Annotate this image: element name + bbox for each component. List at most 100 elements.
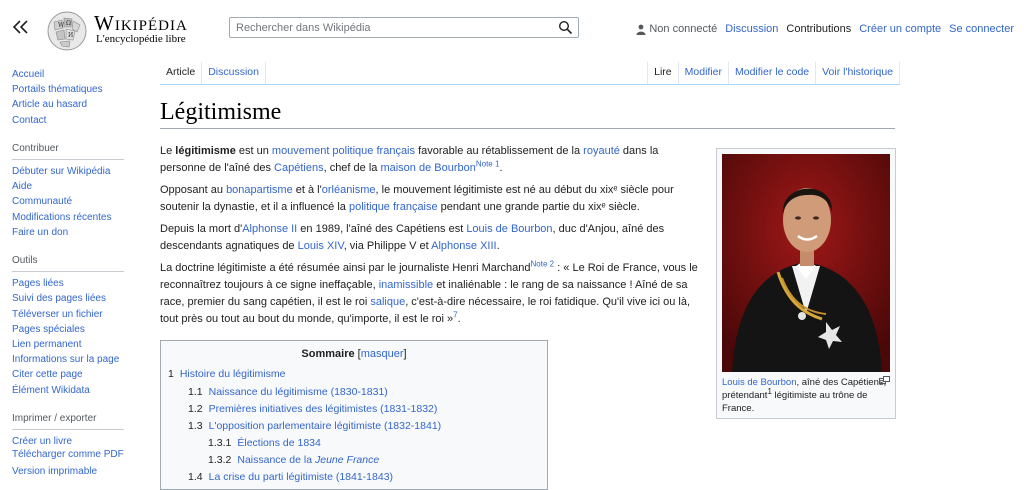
link-politique-francaise[interactable]: politique française bbox=[349, 201, 438, 213]
sidebar-item-permanent[interactable]: Lien permanent bbox=[12, 337, 124, 352]
toc-item[interactable]: 1.3.2 Naissance de la Jeune France bbox=[208, 454, 379, 466]
collapse-sidebar-icon[interactable] bbox=[10, 16, 32, 38]
text: La doctrine légitimiste a été résumée ai… bbox=[160, 262, 531, 274]
wikipedia-globe-logo[interactable]: W Ω И bbox=[46, 10, 88, 52]
sidebar-item-livre[interactable]: Créer un livre bbox=[12, 434, 124, 449]
text: en 1989, l'aîné des Capétiens est bbox=[297, 223, 467, 235]
toc-link[interactable]: Élections de 1834 bbox=[237, 437, 320, 449]
tab-modifier[interactable]: Modifier bbox=[677, 62, 728, 85]
sidebar-item-contact[interactable]: Contact bbox=[12, 113, 124, 128]
sidebar-item-pages-liees[interactable]: Pages liées bbox=[12, 276, 124, 291]
text: , chef de la bbox=[323, 162, 381, 174]
title-divider bbox=[160, 128, 895, 129]
sidebar-heading-imprimer: Imprimer / exporter bbox=[12, 411, 124, 431]
toc-toggle-link[interactable]: masquer bbox=[361, 348, 404, 360]
caption-link-louis[interactable]: Louis de Bourbon bbox=[722, 377, 796, 388]
user-discussion-link[interactable]: Discussion bbox=[725, 23, 778, 35]
tab-article[interactable]: Article bbox=[160, 62, 202, 85]
link-bonapartisme[interactable]: bonapartisme bbox=[226, 184, 293, 196]
sidebar-item-speciales[interactable]: Pages spéciales bbox=[12, 322, 124, 337]
sidebar-item-accueil[interactable]: Accueil bbox=[12, 67, 124, 82]
text: est un bbox=[235, 145, 272, 157]
create-account-link[interactable]: Créer un compte bbox=[859, 23, 941, 35]
sidebar-item-pdf[interactable]: Télécharger comme PDF bbox=[12, 449, 124, 460]
contributions-link[interactable]: Contributions bbox=[786, 23, 851, 35]
text: Le bbox=[160, 145, 176, 157]
sidebar-item-imprimable[interactable]: Version imprimable bbox=[12, 464, 124, 479]
toc-item[interactable]: 1 Histoire du légitimisme bbox=[168, 368, 285, 380]
sidebar-item-citer[interactable]: Citer cette page bbox=[12, 367, 124, 382]
text: pendant une grande partie du xixᵉ siècle… bbox=[437, 201, 640, 213]
sidebar-item-aide[interactable]: Aide bbox=[12, 179, 124, 194]
toc-link[interactable]: Premières initiatives des légitimistes (… bbox=[209, 403, 438, 415]
link-royaute[interactable]: royauté bbox=[583, 145, 620, 157]
sidebar-item-don[interactable]: Faire un don bbox=[12, 225, 124, 240]
toc-link[interactable]: L'opposition parlementaire légitimiste (… bbox=[209, 420, 442, 432]
note-ref-2[interactable]: Note 2 bbox=[531, 259, 555, 268]
sidebar-item-suivi[interactable]: Suivi des pages liées bbox=[12, 291, 124, 306]
link-alphonse-ii[interactable]: Alphonse II bbox=[242, 223, 297, 235]
sidebar-item-televerser[interactable]: Téléverser un fichier bbox=[12, 307, 124, 322]
link-capetiens[interactable]: Capétiens bbox=[274, 162, 324, 174]
toc-item[interactable]: 1.1 Naissance du légitimisme (1830-1831) bbox=[188, 386, 388, 398]
search-icon[interactable] bbox=[558, 20, 573, 35]
note-ref-1[interactable]: Note 1 bbox=[476, 159, 500, 168]
toc-num: 1.1 bbox=[188, 386, 203, 398]
link-maison-bourbon[interactable]: maison de Bourbon bbox=[380, 162, 475, 174]
sidebar-item-informations[interactable]: Informations sur la page bbox=[12, 352, 124, 367]
tab-historique[interactable]: Voir l'historique bbox=[815, 62, 900, 85]
sidebar-item-hasard[interactable]: Article au hasard bbox=[12, 97, 124, 112]
toc-link[interactable]: Naissance du légitimisme (1830-1831) bbox=[209, 386, 388, 398]
paragraph-opposant: Opposant au bonapartisme et à l'orléanis… bbox=[160, 182, 698, 216]
svg-text:И: И bbox=[68, 32, 73, 39]
text: . bbox=[457, 313, 461, 325]
tab-discussion[interactable]: Discussion bbox=[201, 62, 266, 85]
link-louis-de-bourbon[interactable]: Louis de Bourbon bbox=[466, 223, 552, 235]
link-francais[interactable]: français bbox=[376, 145, 415, 157]
toc-link-text: Naissance de la bbox=[237, 454, 315, 466]
toc-item[interactable]: 1.3 L'opposition parlementaire légitimist… bbox=[188, 420, 441, 432]
toc-title: Sommaire bbox=[301, 348, 355, 360]
article-body: Le légitimisme est un mouvement politiqu… bbox=[160, 143, 698, 333]
tab-modifier-code[interactable]: Modifier le code bbox=[728, 62, 816, 85]
user-links: Non connecté Discussion Contributions Cr… bbox=[636, 23, 1014, 35]
toc-item[interactable]: 1.4 La crise du parti légitimiste (1841-1… bbox=[188, 471, 393, 483]
toc-link[interactable]: Histoire du légitimisme bbox=[180, 368, 286, 380]
link-louis-xiv[interactable]: Louis XIV bbox=[298, 240, 344, 252]
toc-link[interactable]: La crise du parti légitimiste (1841-1843… bbox=[209, 471, 393, 483]
paragraph-depuis: Depuis la mort d'Alphonse II en 1989, l'… bbox=[160, 221, 698, 255]
bold-term: légitimisme bbox=[175, 145, 236, 157]
not-logged-in: Non connecté bbox=[649, 23, 718, 35]
sidebar-item-communaute[interactable]: Communauté bbox=[12, 194, 124, 209]
sidebar-item-wikidata[interactable]: Élément Wikidata bbox=[12, 383, 124, 398]
svg-text:W: W bbox=[58, 22, 65, 29]
toc-item[interactable]: 1.3.1 Élections de 1834 bbox=[208, 437, 321, 449]
search-input[interactable]: Rechercher dans Wikipédia bbox=[229, 17, 579, 38]
sidebar-heading-contribuer: Contribuer bbox=[12, 141, 124, 161]
toc-link[interactable]: Naissance de la Jeune France bbox=[237, 454, 379, 466]
paragraph-doctrine: La doctrine légitimiste a été résumée ai… bbox=[160, 260, 698, 328]
toc-num: 1.3.1 bbox=[208, 437, 232, 449]
enlarge-icon[interactable] bbox=[879, 376, 890, 385]
toc-toggle[interactable]: [masquer] bbox=[358, 348, 407, 360]
link-alphonse-xiii[interactable]: Alphonse XIII bbox=[431, 240, 496, 252]
toc-num: 1.3 bbox=[188, 420, 203, 432]
namespace-tabs: Article Discussion bbox=[160, 62, 266, 85]
tab-lire[interactable]: Lire bbox=[647, 62, 678, 85]
infobox-caption: Louis de Bourbon, aîné des Capétiens, pr… bbox=[722, 376, 890, 415]
sidebar-item-debuter[interactable]: Débuter sur Wikipédia bbox=[12, 164, 124, 179]
sidebar-item-portails[interactable]: Portails thématiques bbox=[12, 82, 124, 97]
link-inamissible[interactable]: inamissible bbox=[379, 279, 433, 291]
search-placeholder: Rechercher dans Wikipédia bbox=[236, 22, 371, 34]
page-title: Légitimisme bbox=[160, 99, 282, 125]
link-mouvement-politique[interactable]: mouvement politique bbox=[272, 145, 374, 157]
sidebar-item-modifs-recentes[interactable]: Modifications récentes bbox=[12, 210, 124, 225]
link-orleanisme[interactable]: orléanisme bbox=[322, 184, 376, 196]
login-link[interactable]: Se connecter bbox=[949, 23, 1014, 35]
link-salique[interactable]: salique bbox=[370, 296, 405, 308]
view-tabs: Lire Modifier Modifier le code Voir l'hi… bbox=[647, 62, 900, 85]
portrait-image[interactable] bbox=[722, 154, 890, 372]
toc-item[interactable]: 1.2 Premières initiatives des légitimiste… bbox=[188, 403, 437, 415]
sidebar-heading-outils: Outils bbox=[12, 253, 124, 273]
toc-link-italic: Jeune France bbox=[315, 454, 380, 466]
